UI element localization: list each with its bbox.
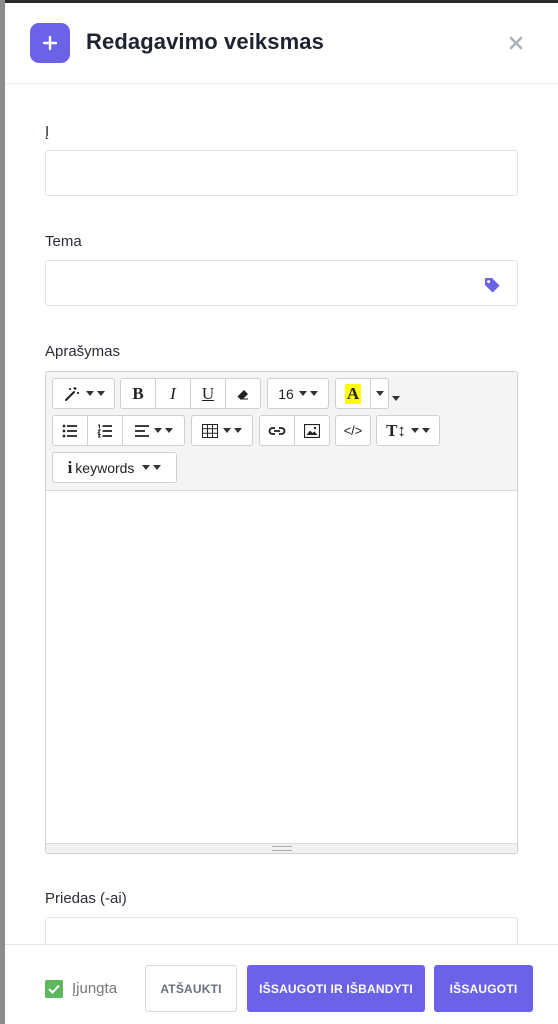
keywords-label: keywords <box>75 459 135 476</box>
magic-wand-icon <box>64 386 79 401</box>
enabled-checkbox[interactable] <box>45 980 63 998</box>
keywords-dropdown[interactable]: i keywords <box>52 452 177 483</box>
attachments-label: Priedas (-ai) <box>45 890 127 907</box>
to-label: Į <box>45 123 50 140</box>
modal-title: Redagavimo veiksmas <box>86 29 324 54</box>
extra-dropdown-caret[interactable] <box>392 390 400 408</box>
subject-label: Tema <box>45 233 82 250</box>
info-icon: i <box>67 457 73 477</box>
check-icon <box>48 984 60 994</box>
text-color-dropdown[interactable] <box>370 378 389 409</box>
table-icon <box>202 423 218 438</box>
save-button[interactable]: IŠSAUGOTI <box>434 965 533 1012</box>
table-dropdown[interactable] <box>191 415 253 446</box>
link-icon <box>268 426 286 435</box>
insert-link-button[interactable] <box>259 415 295 446</box>
modal-footer: Įjungta ATŠAUKTI IŠSAUGOTI IR IŠBANDYTI … <box>5 944 558 1024</box>
modal-header: Redagavimo veiksmas <box>5 3 558 84</box>
editor-toolbar: B I U 16 A </> T↕ i keywords <box>46 372 517 491</box>
add-icon-badge <box>30 23 70 63</box>
editor-resize-handle[interactable] <box>46 843 517 853</box>
plus-icon <box>42 35 58 51</box>
italic-button[interactable]: I <box>155 378 191 409</box>
align-left-icon <box>134 424 149 437</box>
insert-image-button[interactable] <box>294 415 330 446</box>
edit-action-modal: Redagavimo veiksmas Į Tema Aprašymas B I… <box>5 3 558 1024</box>
bullet-list-icon <box>62 424 77 437</box>
save-and-test-button[interactable]: IŠSAUGOTI IR IŠBANDYTI <box>247 965 425 1012</box>
description-label: Aprašymas <box>45 343 121 360</box>
to-input[interactable] <box>45 150 518 196</box>
underline-button[interactable]: U <box>190 378 226 409</box>
image-icon <box>304 423 320 438</box>
subject-input[interactable] <box>45 260 518 306</box>
font-size-dropdown[interactable]: 16 <box>267 378 329 409</box>
enabled-label: Įjungta <box>72 980 118 997</box>
code-view-button[interactable]: </> <box>335 415 371 446</box>
highlight-letter: A <box>344 383 362 404</box>
editor-content-area[interactable] <box>46 491 517 843</box>
rich-text-editor: B I U 16 A </> T↕ i keywords <box>45 371 518 854</box>
line-height-label: T↕ <box>386 420 406 440</box>
eraser-icon <box>237 389 248 399</box>
paragraph-align-dropdown[interactable] <box>122 415 185 446</box>
numbered-list-button[interactable] <box>87 415 123 446</box>
close-icon[interactable] <box>505 32 527 54</box>
numbered-list-icon <box>97 424 112 437</box>
clear-format-button[interactable] <box>225 378 261 409</box>
bullet-list-button[interactable] <box>52 415 88 446</box>
bold-button[interactable]: B <box>120 378 156 409</box>
cancel-button[interactable]: ATŠAUKTI <box>145 965 237 1012</box>
font-size-value: 16 <box>278 385 294 402</box>
resize-grip-icon <box>272 846 292 851</box>
tag-icon[interactable] <box>483 276 501 294</box>
text-color-button[interactable]: A <box>335 378 371 409</box>
style-dropdown[interactable] <box>52 378 115 409</box>
line-height-dropdown[interactable]: T↕ <box>376 415 440 446</box>
